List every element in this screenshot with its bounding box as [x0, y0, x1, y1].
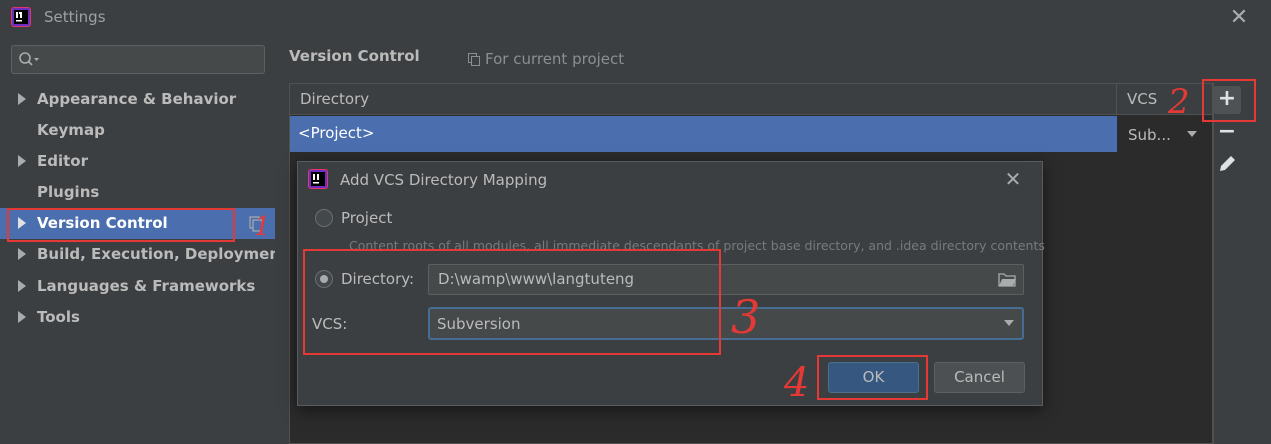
close-icon[interactable]: ✕ — [1002, 167, 1024, 191]
sidebar-item-languages-frameworks[interactable]: Languages & Frameworks — [0, 271, 275, 302]
column-header-vcs[interactable]: VCS — [1127, 90, 1157, 108]
app-icon — [308, 169, 328, 189]
sidebar-item-label: Languages & Frameworks — [37, 277, 256, 295]
sidebar-item-label: Build, Execution, Deployment — [37, 245, 288, 263]
sidebar-item-editor[interactable]: Editor — [0, 146, 275, 177]
title-bar — [0, 0, 1271, 36]
project-radio-label[interactable]: Project — [341, 209, 392, 227]
search-icon — [19, 52, 39, 66]
chevron-right-icon — [18, 280, 26, 292]
annotation-number: 3 — [731, 290, 761, 344]
close-icon[interactable]: ✕ — [1226, 5, 1252, 31]
annotation-box-3 — [303, 249, 721, 355]
sidebar-item-keymap[interactable]: Keymap — [0, 115, 275, 146]
sidebar-item-label: Editor — [37, 152, 88, 170]
chevron-right-icon — [18, 311, 26, 323]
page-title: Version Control — [289, 47, 420, 65]
annotation-number: 1 — [254, 212, 271, 242]
annotation-box-2 — [1202, 79, 1256, 122]
folder-icon[interactable] — [998, 272, 1016, 287]
sidebar-item-label: Plugins — [37, 183, 100, 201]
annotation-number: 4 — [784, 360, 810, 406]
chevron-down-icon[interactable] — [1004, 320, 1014, 326]
sidebar-item-build-execution-deployment[interactable]: Build, Execution, Deployment — [0, 239, 287, 270]
search-input[interactable] — [11, 45, 265, 74]
project-radio[interactable] — [315, 209, 333, 227]
table-cell-vcs[interactable]: Sub... — [1128, 126, 1171, 144]
table-row[interactable] — [290, 116, 1117, 152]
column-header-directory[interactable]: Directory — [300, 90, 369, 108]
sidebar-item-label: Appearance & Behavior — [37, 90, 237, 108]
table-cell-directory[interactable]: <Project> — [298, 124, 374, 142]
chevron-right-icon — [18, 248, 26, 260]
app-icon — [11, 7, 31, 27]
sidebar-item-plugins[interactable]: Plugins — [0, 177, 275, 208]
chevron-right-icon — [18, 93, 26, 105]
annotation-number: 2 — [1168, 82, 1190, 122]
chevron-right-icon — [18, 155, 26, 167]
table-header — [290, 84, 1212, 115]
edit-icon[interactable] — [1216, 153, 1238, 175]
project-scope-icon — [468, 53, 480, 66]
dialog-title: Add VCS Directory Mapping — [340, 171, 548, 189]
window-title: Settings — [44, 8, 106, 26]
annotation-box-1 — [7, 208, 235, 242]
remove-button[interactable]: − — [1216, 121, 1238, 144]
sidebar-item-label: Keymap — [37, 121, 105, 139]
annotation-box-4 — [817, 355, 928, 400]
sidebar-item-appearance-behavior[interactable]: Appearance & Behavior — [0, 84, 275, 115]
chevron-down-icon[interactable] — [1187, 131, 1197, 137]
cancel-button[interactable]: Cancel — [934, 362, 1025, 393]
sidebar-item-label: Tools — [37, 308, 80, 326]
scope-label: For current project — [485, 50, 625, 68]
sidebar-item-tools[interactable]: Tools — [0, 302, 275, 333]
column-divider[interactable] — [1116, 84, 1117, 115]
